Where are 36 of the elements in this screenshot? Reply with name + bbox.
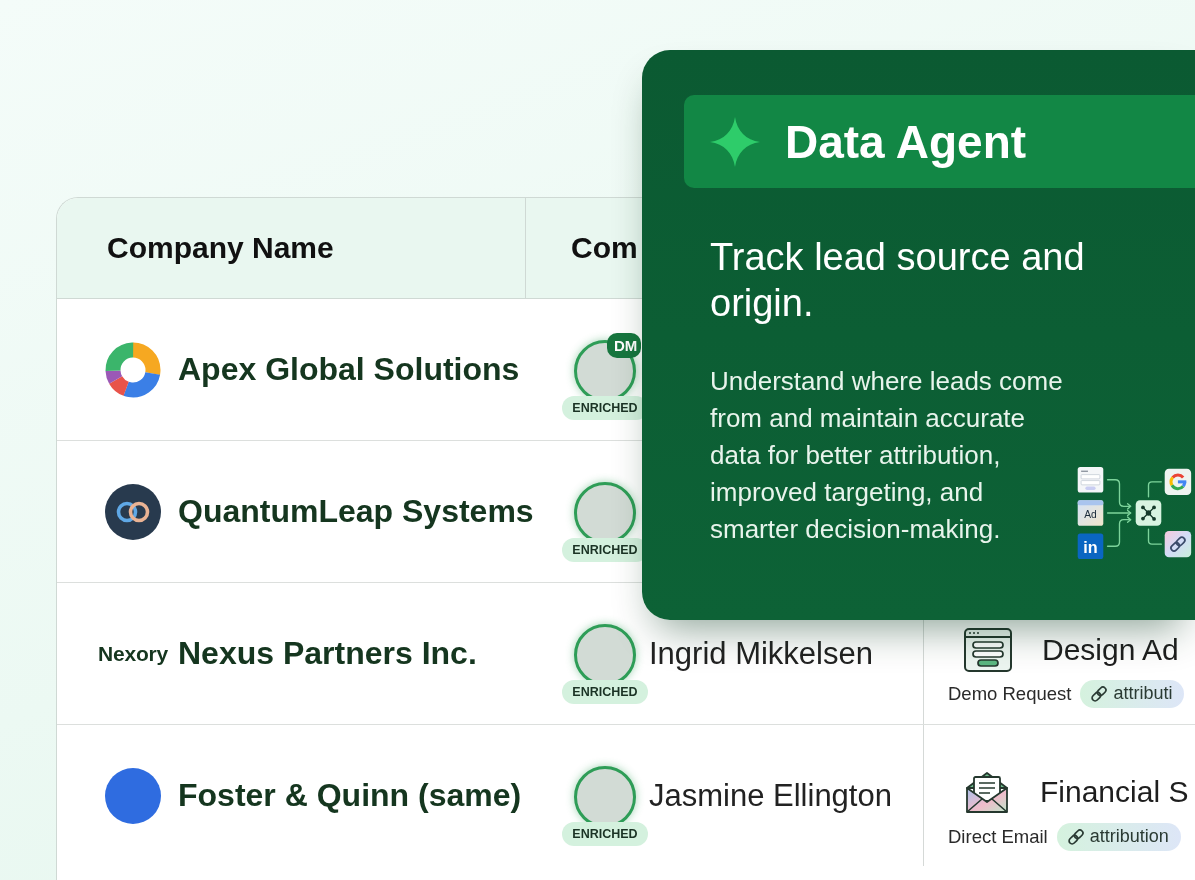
panel-description: Understand where leads come from and maintain accurate data for better attribution, improved targeting, and smarter decision-making.: [710, 365, 1064, 546]
source-channel: Direct Email: [948, 825, 1048, 848]
logo-wordmark: Nexory: [98, 641, 168, 666]
column-header: Company Name: [107, 231, 334, 265]
ad-label: Ad: [1084, 509, 1097, 521]
g-logo-icon: [1164, 468, 1192, 496]
company-name: Nexus Partners Inc.: [178, 635, 477, 672]
status-badge: ENRICHED: [562, 680, 648, 704]
link-icon: [1164, 530, 1192, 558]
source-channel: Demo Request: [948, 682, 1072, 705]
source-title: Financial S: [1040, 774, 1189, 809]
contact-name: Jasmine Ellington: [649, 777, 892, 814]
company-name: Foster & Quinn (same): [178, 777, 522, 814]
linked-rings-logo-icon: [105, 483, 161, 540]
role-badge: DM: [607, 333, 642, 358]
column-header: Com: [571, 231, 638, 265]
logo-label: in: [1083, 538, 1098, 557]
sparkle-icon: [710, 116, 760, 167]
link-icon: [1066, 827, 1085, 846]
donut-logo-icon: [105, 341, 161, 398]
circle-logo-icon: [105, 767, 161, 824]
hub-icon: [1135, 500, 1162, 526]
tag-label: attributi: [1113, 683, 1173, 704]
web-form-icon: [964, 627, 1012, 672]
panel-title: Data Agent: [785, 114, 1027, 169]
tag-label: attribution: [1089, 826, 1169, 847]
link-icon: [1090, 684, 1109, 703]
company-name: QuantumLeap Systems: [178, 493, 534, 530]
contact-name: Ingrid Mikkelsen: [649, 635, 873, 672]
panel-heading: Track lead source and origin.: [710, 235, 1086, 326]
status-badge: ENRICHED: [562, 822, 648, 846]
connector-line: [1147, 481, 1162, 498]
company-name: Apex Global Solutions: [178, 351, 520, 388]
form-icon: [1077, 466, 1104, 493]
connector-line: [1147, 528, 1162, 545]
source-title: Design Ad: [1042, 632, 1179, 667]
